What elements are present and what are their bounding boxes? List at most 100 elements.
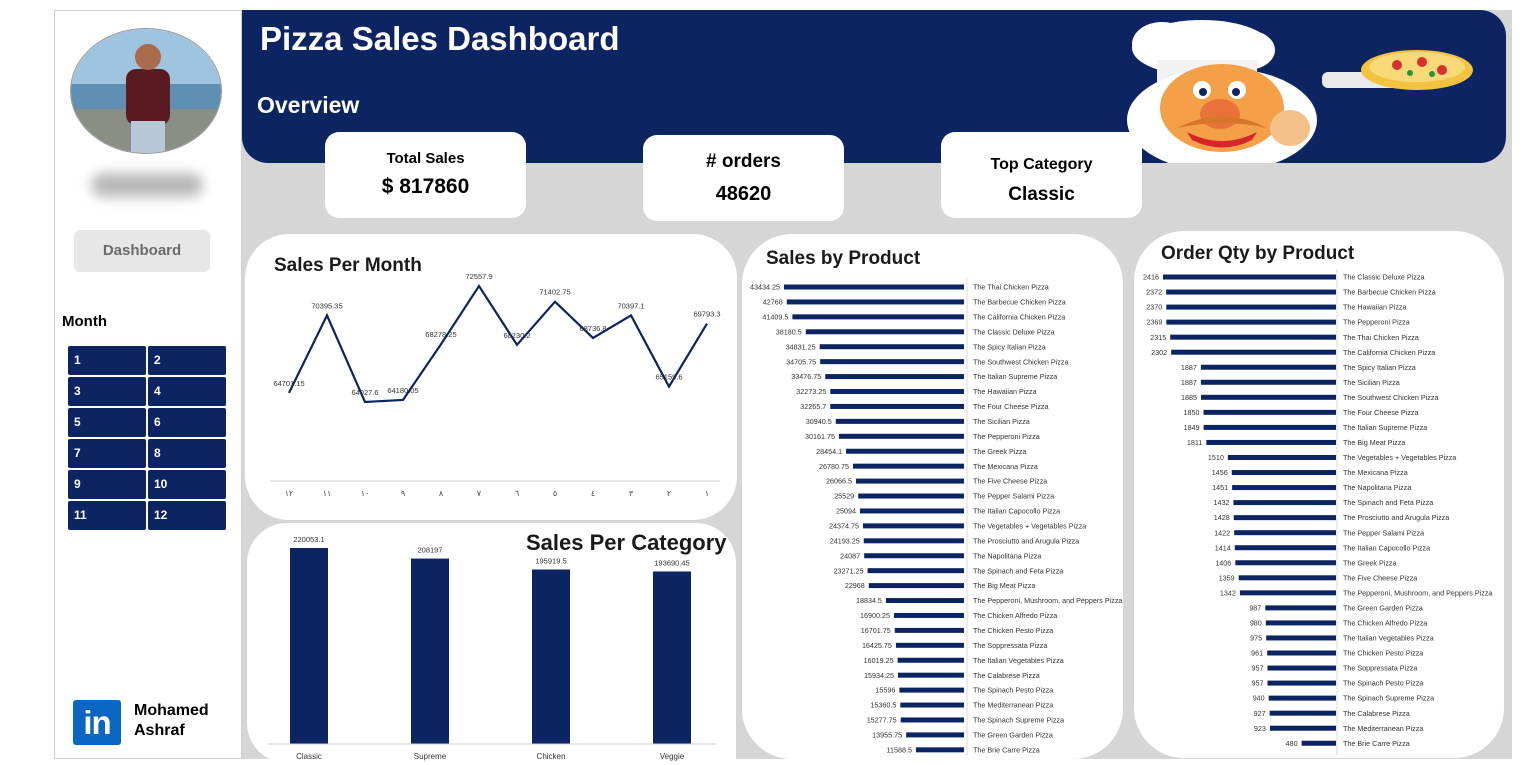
product-value-label: 1414	[1215, 543, 1231, 552]
month-button-3[interactable]: 3	[68, 377, 146, 406]
month-button-9[interactable]: 9	[68, 470, 146, 499]
product-bar	[895, 642, 964, 648]
month-data-label: 71402.75	[539, 288, 570, 297]
order-qty-chart: 2416 The Classic Deluxe Pizza 2372 The Barb…	[1143, 269, 1492, 755]
product-bar	[868, 583, 964, 589]
month-button-7[interactable]: 7	[68, 439, 146, 468]
product-name-label: The Spicy Italian Pizza	[973, 342, 1046, 351]
product-value-label: 23271.25	[834, 566, 864, 575]
month-button-5[interactable]: 5	[68, 408, 146, 437]
product-name-label: The Four Cheese Pizza	[973, 402, 1049, 411]
product-value-label: 42768	[763, 298, 783, 307]
product-name-label: The Four Cheese Pizza	[1343, 408, 1419, 417]
product-value-label: 480	[1286, 739, 1298, 748]
product-value-label: 25529	[834, 492, 854, 501]
product-value-label: 13955.75	[872, 731, 902, 740]
product-bar	[830, 389, 964, 395]
month-data-label: 65159.6	[655, 373, 682, 382]
product-bar	[1269, 725, 1336, 731]
product-name-label: The Big Meat Pizza	[973, 581, 1035, 590]
product-bar	[1203, 409, 1336, 415]
sales-per-category-card: Sales Per Category 220053.1 Classic 208197…	[247, 523, 736, 763]
blurred-name	[91, 173, 203, 197]
product-name-label: The Napolitana Pizza	[1343, 483, 1411, 492]
product-bar	[792, 314, 964, 320]
month-tick-label: ١٠	[361, 489, 370, 498]
category-bar	[411, 558, 449, 744]
category-tick-label: Veggie	[660, 752, 685, 761]
category-value-label: 208197	[417, 546, 442, 555]
product-name-label: The Big Meat Pizza	[1343, 438, 1405, 447]
month-button-10[interactable]: 10	[148, 470, 226, 499]
month-tick-label: ٣	[629, 489, 634, 498]
product-name-label: The Barbecue Chicken Pizza	[1343, 288, 1436, 297]
product-name-label: The California Chicken Pizza	[1343, 348, 1435, 357]
month-tick-label: ٦	[515, 489, 519, 498]
month-data-label: 70397.1	[617, 301, 644, 310]
author-name: Mohamed Ashraf	[134, 701, 234, 741]
author-last-name: Ashraf	[134, 722, 185, 739]
product-bar	[1235, 560, 1336, 566]
sales-by-product-chart: 43434.25 The Thai Chicken Pizza 42768 The B…	[750, 278, 1122, 756]
product-bar	[1267, 665, 1336, 671]
product-value-label: 2369	[1146, 318, 1162, 327]
product-value-label: 15360.5	[870, 701, 896, 710]
product-bar	[897, 657, 964, 663]
month-button-6[interactable]: 6	[148, 408, 226, 437]
product-name-label: The Soppressata Pizza	[1343, 664, 1417, 673]
product-bar	[1238, 575, 1336, 581]
product-value-label: 1887	[1181, 378, 1197, 387]
category-bar	[290, 548, 328, 744]
product-name-label: The Classic Deluxe Pizza	[1343, 273, 1425, 282]
month-button-8[interactable]: 8	[148, 439, 226, 468]
product-name-label: The Green Garden Pizza	[973, 731, 1053, 740]
month-tick-label: ١١	[323, 489, 332, 498]
product-bar	[893, 612, 964, 618]
dashboard-button[interactable]: Dashboard	[74, 230, 210, 272]
product-name-label: The Mediterranean Pizza	[1343, 724, 1423, 733]
product-bar	[846, 448, 964, 454]
product-name-label: The Pepper Salami Pizza	[1343, 528, 1424, 537]
product-value-label: 16701.75	[861, 626, 891, 635]
linkedin-icon[interactable]: in	[73, 700, 121, 745]
product-value-label: 1406	[1215, 558, 1231, 567]
month-filter-label: Month	[62, 313, 107, 330]
product-bar	[1200, 364, 1336, 370]
product-name-label: The Green Garden Pizza	[1343, 603, 1423, 612]
product-value-label: 32273.25	[796, 387, 826, 396]
month-data-label: 64027.6	[351, 388, 378, 397]
avatar	[70, 28, 222, 154]
product-name-label: The Italian Supreme Pizza	[1343, 423, 1427, 432]
product-bar	[915, 747, 964, 753]
product-name-label: The Brie Carre Pizza	[1343, 739, 1410, 748]
category-tick-label: Classic	[296, 752, 322, 761]
product-name-label: The Classic Deluxe Pizza	[973, 327, 1055, 336]
product-value-label: 15934.25	[864, 671, 894, 680]
month-data-label: 72557.9	[465, 272, 492, 281]
product-value-label: 1849	[1184, 423, 1200, 432]
kpi-total-sales: Total Sales $ 817860	[325, 132, 526, 218]
month-button-1[interactable]: 1	[68, 346, 146, 375]
product-value-label: 927	[1254, 709, 1266, 718]
product-bar	[1267, 650, 1336, 656]
product-value-label: 16425.75	[862, 641, 892, 650]
month-button-2[interactable]: 2	[148, 346, 226, 375]
product-bar	[862, 523, 964, 529]
month-button-12[interactable]: 12	[148, 501, 226, 530]
product-bar	[1267, 680, 1336, 686]
product-bar	[894, 627, 964, 633]
month-button-11[interactable]: 11	[68, 501, 146, 530]
month-tick-label: ٥	[553, 489, 557, 498]
product-bar	[897, 672, 964, 678]
product-name-label: The Italian Supreme Pizza	[973, 372, 1057, 381]
month-button-4[interactable]: 4	[148, 377, 226, 406]
product-name-label: The Spinach Supreme Pizza	[1343, 694, 1434, 703]
product-bar	[1166, 304, 1336, 310]
page-title: Pizza Sales Dashboard	[260, 20, 620, 57]
product-name-label: The Calabrese Pizza	[1343, 709, 1410, 718]
product-name-label: The Prosciutto and Arugula Pizza	[973, 536, 1079, 545]
product-name-label: The Five Cheese Pizza	[973, 477, 1047, 486]
product-bar	[1234, 530, 1336, 536]
product-value-label: 15596	[875, 686, 895, 695]
product-value-label: 30940.5	[806, 417, 832, 426]
